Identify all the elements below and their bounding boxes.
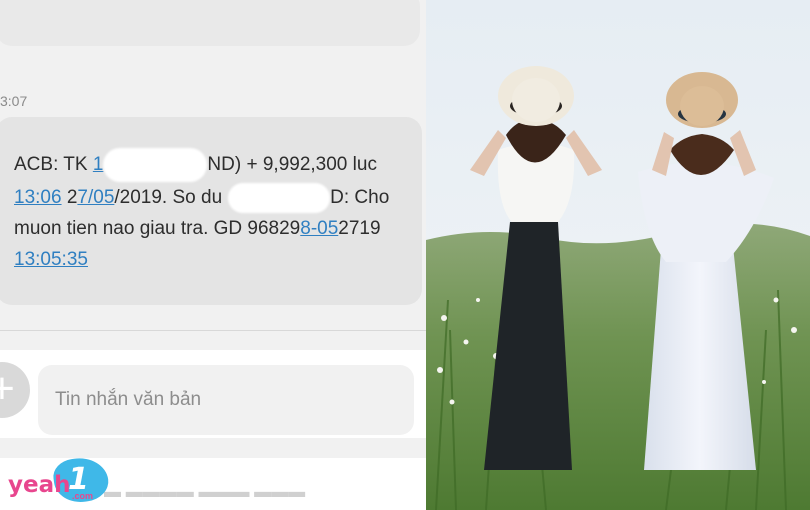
reference-time-link[interactable]: 13:05:35 [14,249,88,270]
date-text: 2 [61,187,78,208]
sms-line-3: muon tien nao giau tra. GD 968298-052719 [14,213,414,244]
date-link[interactable]: 7/05 [77,187,114,208]
account-number-link[interactable]: 1 [93,154,104,175]
redaction-blob [228,182,331,213]
message-input-placeholder: Tin nhắn văn bản [55,389,202,410]
redaction-blob [103,148,208,182]
message-timestamp: 3:07 [0,93,28,109]
cropped-previous-text: ▬▬▬▬ ▬▬▬ ▬▬▬ ▬▬▬▬ ▬▬ ▬▬▬ [14,0,385,4]
photo-illustration [426,0,810,510]
credit-amount-text: ND) + 9,992,300 luc [207,154,377,176]
sms-screenshot-panel: ▬▬▬▬ ▬▬▬ ▬▬▬ ▬▬▬▬ ▬▬ ▬▬▬ 3:07 ACB: TK 1 N… [0,0,426,510]
bank-sms-text: ACB: TK 1 ND) + 9,992,300 luc 13:06 27/05… [14,148,414,275]
reference-link[interactable]: 8-05 [300,218,338,239]
sms-sender-account-label: ACB: TK [14,154,93,176]
logo-suffix: .com [72,491,94,501]
message-input[interactable]: Tin nhắn văn bản [38,365,414,435]
reference-rest: 2719 [338,218,381,239]
balance-label: /2019. So du [114,187,223,208]
divider [0,330,426,331]
note-text: D: Cho [330,187,390,208]
logo-word: yeah [8,472,71,498]
two-women-field-photo [426,0,810,510]
sms-line-2: 13:06 27/05/2019. So du D: Cho [14,182,414,213]
sms-line-1: ACB: TK 1 ND) + 9,992,300 luc [14,148,414,182]
sms-line-4: 13:05:35 [14,244,414,275]
yeah1-watermark-logo: yeah 1 .com [2,454,114,506]
previous-message-bubble: ▬▬▬▬ ▬▬▬ ▬▬▬ ▬▬▬▬ ▬▬ ▬▬▬ [0,0,420,46]
note-and-reference-text: muon tien nao giau tra. GD 96829 [14,218,301,239]
faded-duplicate-placeholder: ▬ ▬▬▬▬ ▬▬▬ ▬▬▬ [104,482,306,501]
transaction-time-link[interactable]: 13:06 [14,187,62,208]
